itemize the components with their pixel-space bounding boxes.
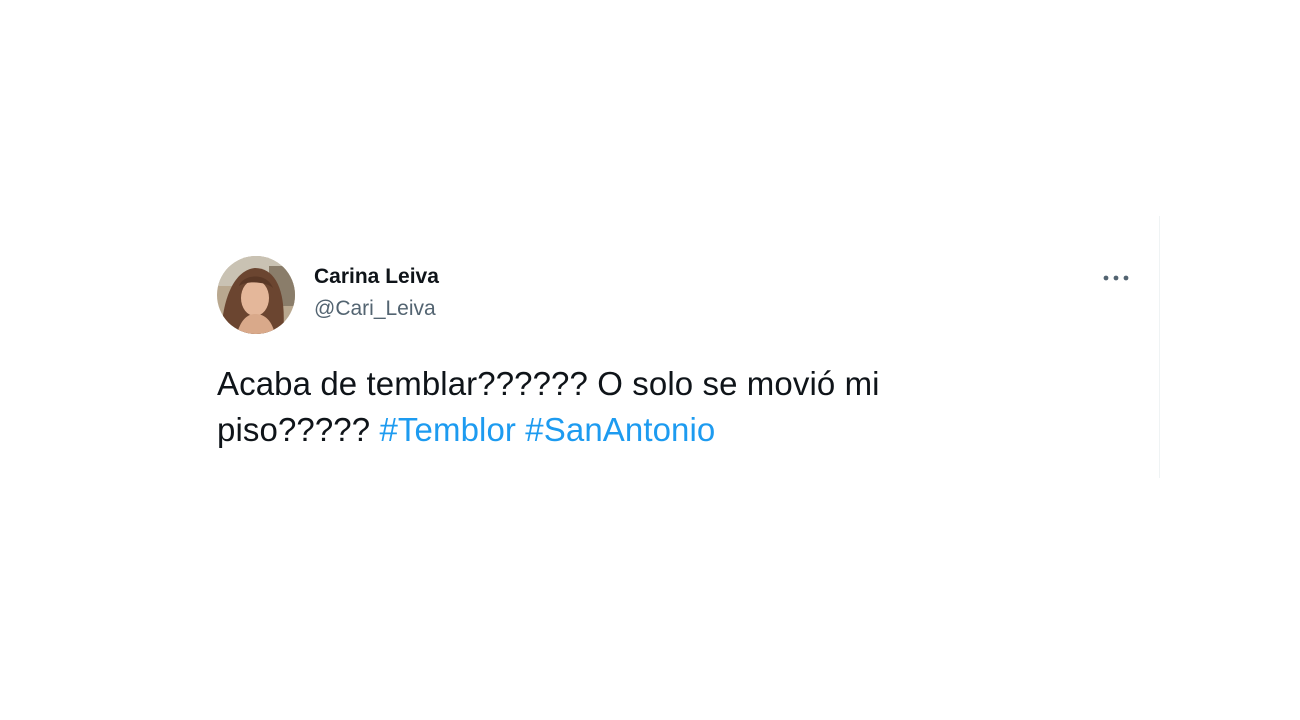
avatar[interactable] xyxy=(217,256,295,334)
author-display-name[interactable]: Carina Leiva xyxy=(314,265,439,289)
author-handle[interactable]: @Cari_Leiva xyxy=(314,297,436,321)
hashtag-temblor[interactable]: #Temblor xyxy=(379,411,516,448)
more-horizontal-icon xyxy=(1103,275,1129,281)
more-options-button[interactable] xyxy=(1098,264,1134,292)
profile-photo-icon xyxy=(217,256,295,334)
hashtag-sanantonio[interactable]: #SanAntonio xyxy=(525,411,715,448)
tweet-card[interactable]: Carina Leiva @Cari_Leiva Acaba de tembla… xyxy=(200,216,1160,478)
tweet-text: Acaba de temblar?????? O solo se movió m… xyxy=(217,361,997,453)
